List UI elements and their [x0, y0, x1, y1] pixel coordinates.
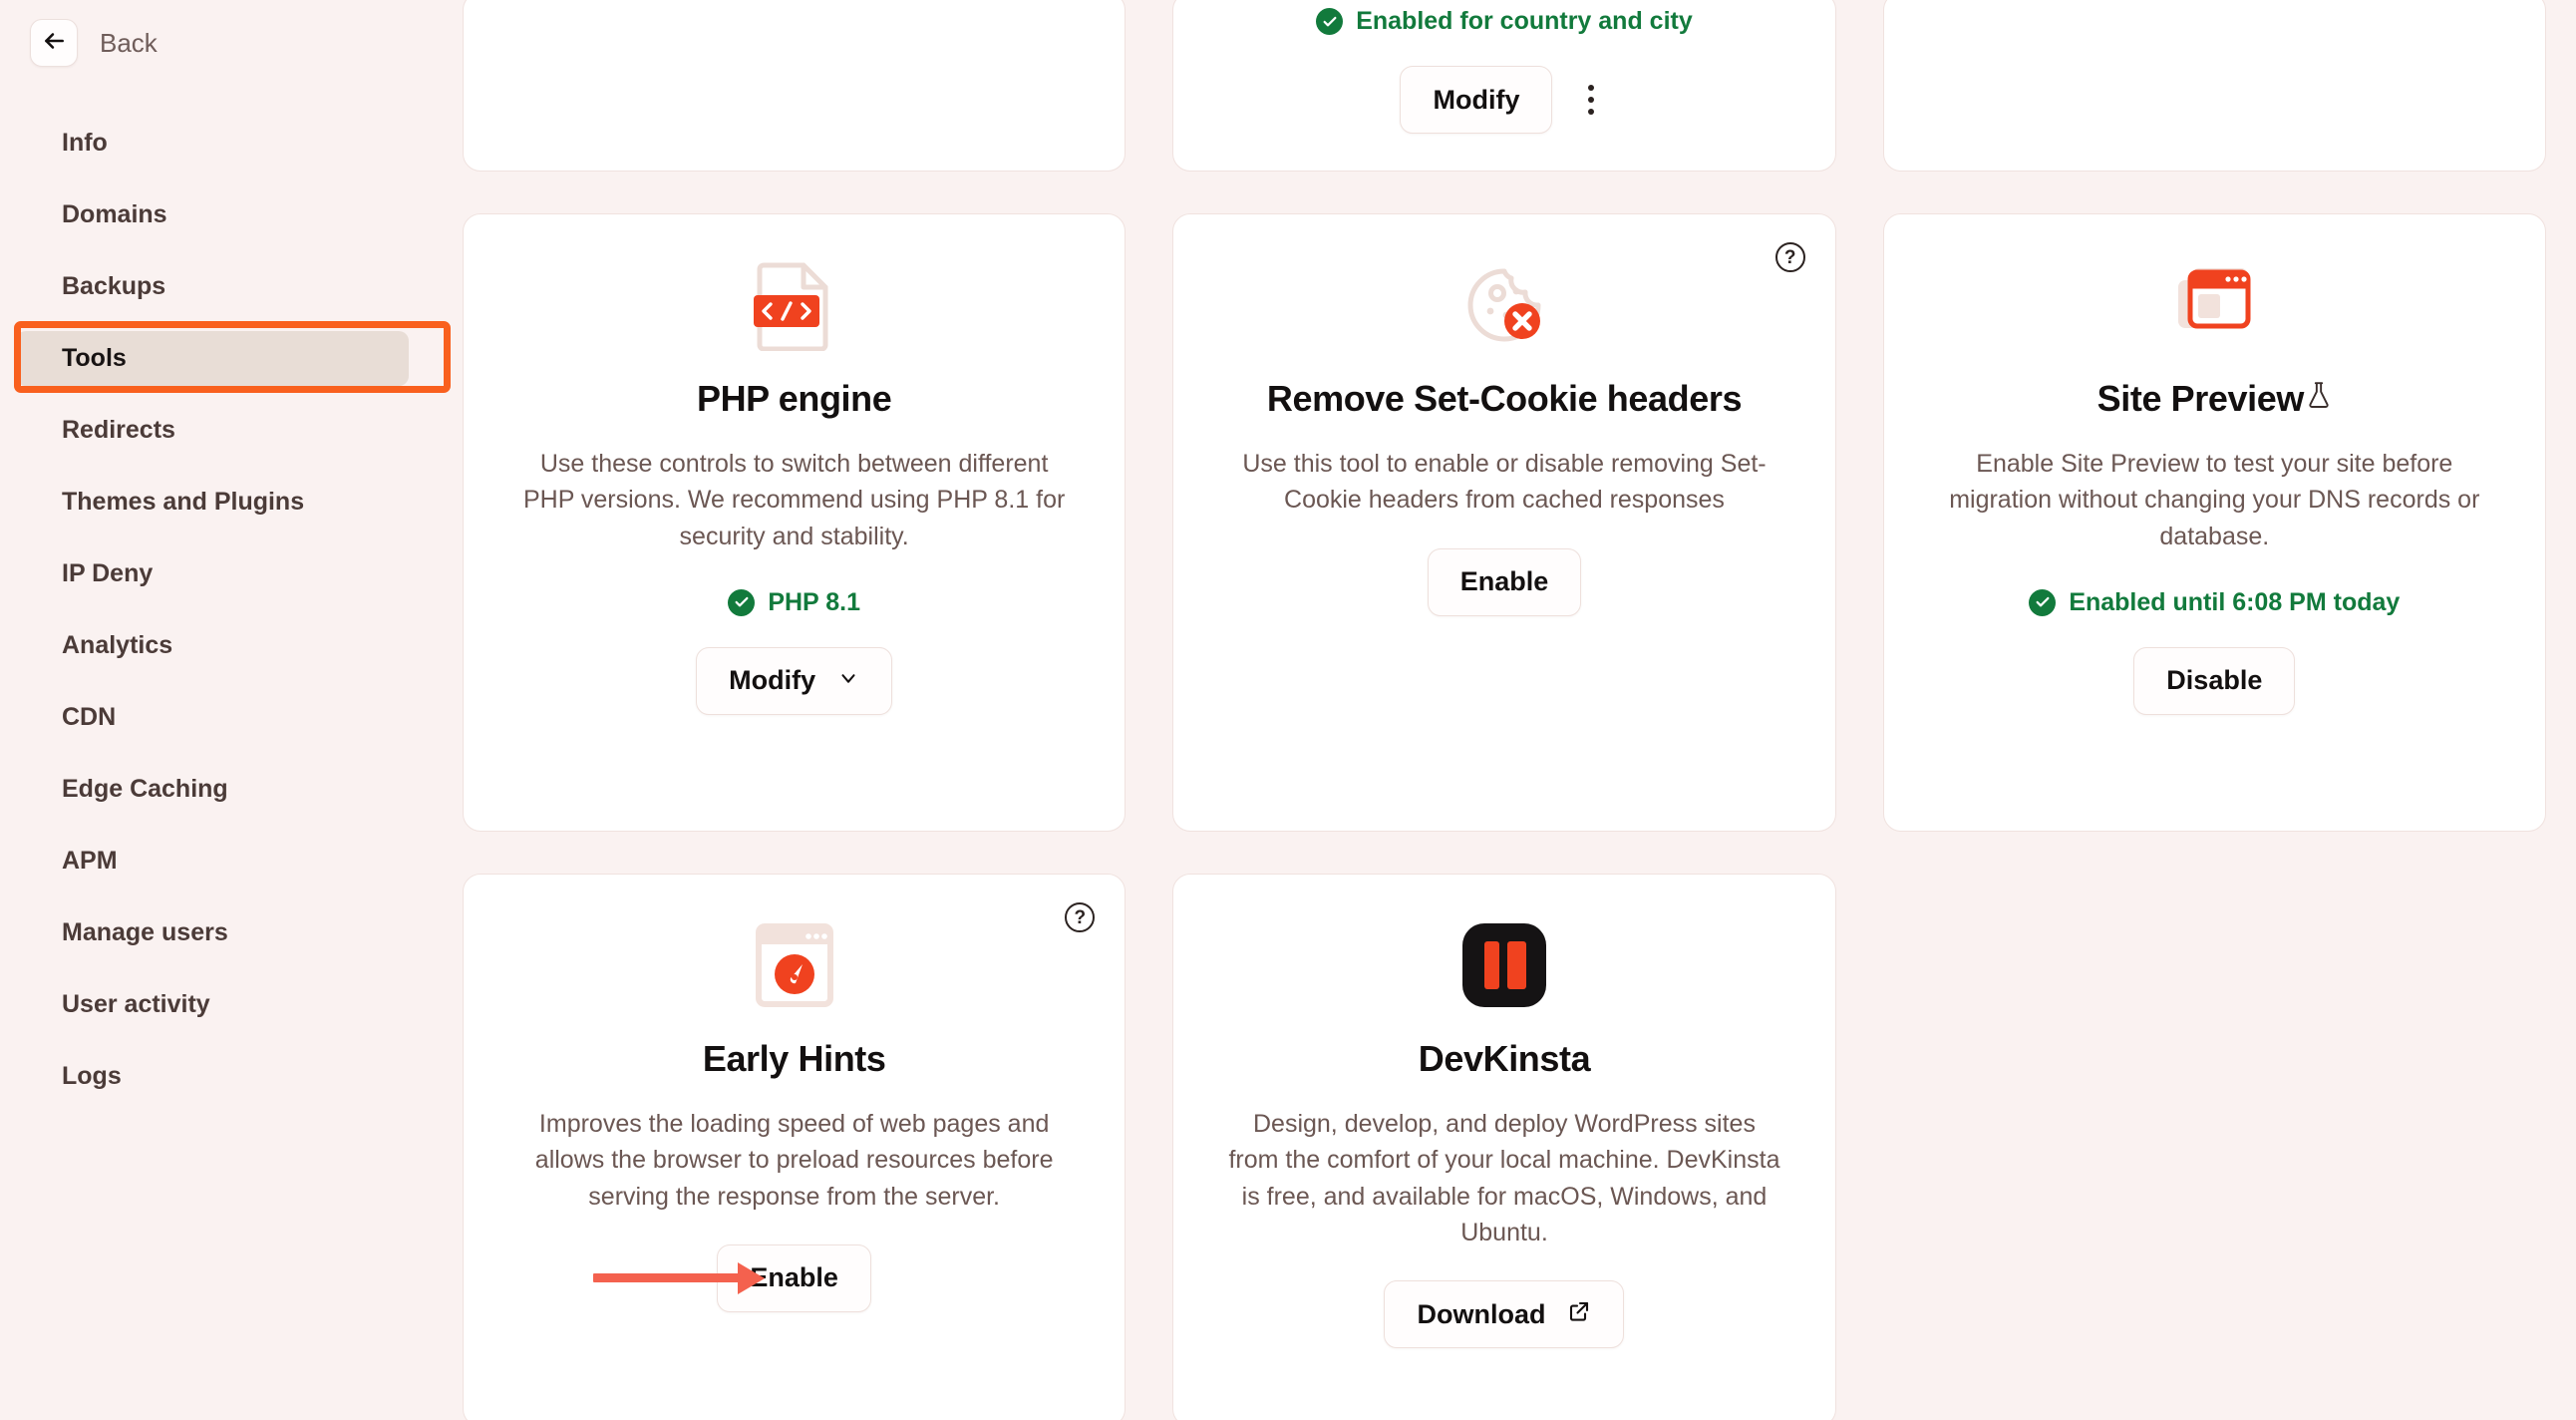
card-title-text: Remove Set-Cookie headers	[1266, 378, 1743, 419]
code-file-icon	[752, 250, 837, 360]
sidebar-item-label: CDN	[62, 703, 117, 731]
enable-button[interactable]: Enable	[717, 1243, 871, 1312]
sidebar-item-info[interactable]: Info	[16, 116, 409, 171]
sidebar-item-label: IP Deny	[62, 559, 154, 587]
sidebar-item-tools[interactable]: Tools	[16, 331, 409, 386]
download-label: Download	[1417, 1298, 1546, 1329]
sidebar-item-analytics[interactable]: Analytics	[16, 618, 409, 673]
sidebar-item-manage-users[interactable]: Manage users	[16, 905, 409, 960]
sidebar-item-ip-deny[interactable]: IP Deny	[16, 546, 409, 601]
card-title: PHP engine	[696, 378, 892, 420]
card-title-text: DevKinsta	[1418, 1038, 1591, 1079]
beta-flask-icon	[2306, 380, 2332, 418]
back-label: Back	[100, 27, 158, 58]
question-mark-circle-icon[interactable]: ?	[1065, 902, 1096, 932]
card-partial-right	[1882, 0, 2546, 172]
sidebar-item-themes-and-plugins[interactable]: Themes and Plugins	[16, 475, 409, 530]
enable-label: Enable	[750, 1262, 838, 1293]
more-options-icon[interactable]	[1574, 77, 1608, 123]
card-title: DevKinsta	[1418, 1038, 1591, 1080]
modify-button[interactable]: Modify	[696, 646, 893, 715]
card-partial-left	[463, 0, 1127, 172]
sidebar-item-cdn[interactable]: CDN	[16, 690, 409, 745]
modify-label: Modify	[1433, 84, 1520, 115]
back-button[interactable]	[30, 19, 78, 67]
card-site-preview: Site Preview Enable Site Preview to test…	[1882, 213, 2546, 832]
sidebar-item-backups[interactable]: Backups	[16, 259, 409, 314]
status-badge: PHP 8.1	[728, 588, 860, 617]
devkinsta-logo-icon	[1460, 910, 1548, 1020]
set-cookie-actions: Enable	[1427, 547, 1582, 616]
card-devkinsta: DevKinsta Design, develop, and deploy Wo…	[1172, 874, 1836, 1420]
early-hints-actions: Enable	[497, 1243, 1091, 1312]
card-title-text: PHP engine	[696, 378, 892, 419]
browser-windows-icon	[2166, 250, 2262, 360]
partial-card-actions: Modify	[1400, 66, 1608, 134]
sidebar-item-label: User activity	[62, 990, 210, 1018]
chevron-down-icon	[837, 665, 859, 696]
tools-grid-area: Enabled for country and city Modify PHP …	[439, 0, 2576, 1420]
card-remove-set-cookie-headers: ? Remove Set-Cookie headers Use this too…	[1172, 213, 1836, 832]
sidebar-item-label: Logs	[62, 1062, 122, 1090]
external-link-icon	[1567, 1299, 1591, 1330]
sidebar-item-logs[interactable]: Logs	[16, 1049, 409, 1104]
card-early-hints: ? Early Hints Improves the loading speed…	[463, 874, 1127, 1420]
card-title: Site Preview	[2097, 378, 2332, 420]
card-description: Improves the loading speed of web pages …	[534, 1110, 1054, 1211]
enable-button[interactable]: Enable	[1427, 547, 1582, 616]
sidebar-item-label: Manage users	[62, 918, 228, 946]
arrow-left-icon	[41, 28, 67, 59]
sidebar-item-edge-caching[interactable]: Edge Caching	[16, 762, 409, 817]
sidebar-item-user-activity[interactable]: User activity	[16, 977, 409, 1032]
status-text: Enabled until 6:08 PM today	[2069, 587, 2401, 616]
cookie-blocked-icon	[1458, 250, 1550, 360]
disable-button[interactable]: Disable	[2133, 646, 2296, 715]
sidebar-nav: Info Domains Backups Tools Redirects The…	[0, 116, 439, 1104]
check-circle-icon	[2029, 588, 2057, 616]
sidebar-item-label: Analytics	[62, 631, 173, 659]
question-mark-circle-icon[interactable]: ?	[1774, 242, 1805, 272]
tools-page: Back Info Domains Backups Tools Redirect…	[0, 0, 2576, 1420]
sidebar-item-apm[interactable]: APM	[16, 834, 409, 888]
sidebar-item-redirects[interactable]: Redirects	[16, 403, 409, 458]
sidebar-item-label: Backups	[62, 272, 166, 300]
card-description: Use this tool to enable or disable remov…	[1242, 450, 1767, 515]
status-badge: Enabled for country and city	[1316, 7, 1693, 36]
sidebar: Back Info Domains Backups Tools Redirect…	[0, 0, 451, 1420]
devkinsta-actions: Download	[1384, 1280, 1625, 1348]
card-title: Early Hints	[703, 1038, 886, 1080]
sidebar-item-label: Edge Caching	[62, 775, 228, 803]
sidebar-item-label: Info	[62, 129, 108, 157]
tools-grid: Enabled for country and city Modify PHP …	[463, 0, 2546, 1420]
card-title: Remove Set-Cookie headers	[1266, 378, 1743, 420]
sidebar-item-label: Redirects	[62, 416, 175, 444]
check-circle-icon	[728, 588, 756, 616]
card-php-engine: PHP engine Use these controls to switch …	[463, 213, 1127, 832]
sidebar-item-label: APM	[62, 847, 118, 875]
back-row[interactable]: Back	[0, 8, 439, 78]
modify-button[interactable]: Modify	[1400, 66, 1553, 134]
php-actions: Modify	[696, 646, 893, 715]
status-badge: Enabled until 6:08 PM today	[2029, 588, 2400, 617]
sidebar-item-label: Themes and Plugins	[62, 488, 305, 516]
disable-label: Disable	[2166, 665, 2263, 696]
sidebar-item-domains[interactable]: Domains	[16, 187, 409, 242]
download-button[interactable]: Download	[1384, 1280, 1625, 1348]
card-title-text: Early Hints	[702, 1038, 886, 1079]
card-partial-middle: Enabled for country and city Modify	[1172, 0, 1836, 172]
sidebar-item-label: Tools	[62, 344, 127, 372]
site-preview-actions: Disable	[2133, 646, 2296, 715]
status-text: PHP 8.1	[768, 587, 860, 616]
card-description: Design, develop, and deploy WordPress si…	[1228, 1110, 1780, 1246]
card-description: Use these controls to switch between dif…	[523, 450, 1066, 550]
modify-label: Modify	[729, 665, 816, 696]
check-circle-icon	[1316, 8, 1344, 35]
status-text: Enabled for country and city	[1356, 7, 1693, 35]
card-description: Enable Site Preview to test your site be…	[1949, 450, 2480, 550]
browser-speed-icon	[753, 910, 836, 1020]
card-title-text: Site Preview	[2096, 378, 2305, 419]
enable-label: Enable	[1459, 566, 1549, 596]
sidebar-item-label: Domains	[62, 200, 167, 228]
